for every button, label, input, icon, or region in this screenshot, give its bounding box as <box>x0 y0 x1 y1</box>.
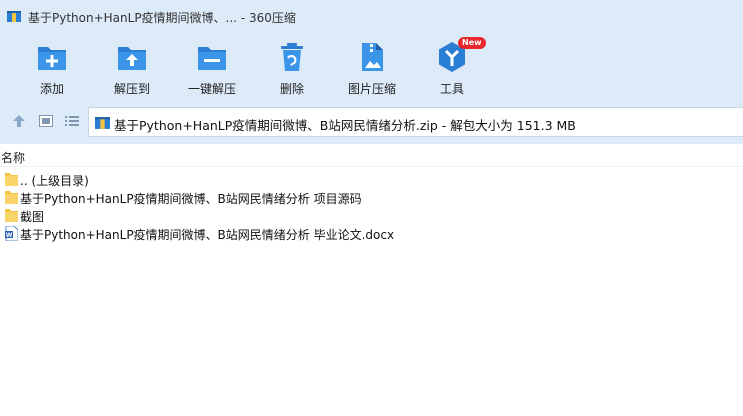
word-document-icon: W <box>5 226 18 241</box>
tools-label: 工具 <box>439 82 464 96</box>
window-title: 基于Python+HanLP疫情期间微博、... - 360压缩 <box>28 11 296 25</box>
one-click-extract-icon <box>198 47 226 70</box>
add-button[interactable]: 添加 <box>17 40 87 97</box>
zip-file-icon <box>95 117 110 129</box>
add-icon <box>38 47 66 70</box>
extract-to-icon <box>118 47 146 70</box>
delete-button[interactable]: 删除 <box>257 40 327 97</box>
list-view-icon[interactable] <box>65 114 79 128</box>
folder-icon <box>5 173 18 186</box>
list-item-name: 截图 <box>20 210 45 224</box>
list-item-thesis-docx[interactable]: W 基于Python+HanLP疫情期间微博、B站网民情绪分析 毕业论文.doc… <box>0 224 743 242</box>
delete-icon <box>281 43 303 71</box>
address-text: 基于Python+HanLP疫情期间微博、B站网民情绪分析.zip - 解包大小… <box>114 118 576 133</box>
image-compress-label: 图片压缩 <box>347 82 396 96</box>
list-item-name: 基于Python+HanLP疫情期间微博、B站网民情绪分析 项目源码 <box>20 192 362 206</box>
thumbnail-view-icon[interactable] <box>39 114 53 128</box>
address-bar: 基于Python+HanLP疫情期间微博、B站网民情绪分析.zip - 解包大小… <box>0 100 743 144</box>
list-item-name: 基于Python+HanLP疫情期间微博、B站网民情绪分析 毕业论文.docx <box>20 228 395 242</box>
list-item-screenshots-folder[interactable]: 截图 <box>0 206 743 224</box>
title-bar: 基于Python+HanLP疫情期间微博、... - 360压缩 <box>0 0 743 34</box>
archive-app-icon <box>7 11 21 22</box>
svg-text:W: W <box>6 232 13 239</box>
list-item-name: .. (上级目录) <box>20 174 89 188</box>
column-name-label: 名称 <box>1 151 26 165</box>
one-click-extract-label: 一键解压 <box>187 82 236 96</box>
folder-icon <box>5 209 18 222</box>
one-click-extract-button[interactable]: 一键解压 <box>177 40 247 97</box>
tools-button[interactable]: New 工具 <box>417 37 487 97</box>
delete-label: 删除 <box>279 82 304 96</box>
image-compress-icon <box>362 43 383 71</box>
list-item-parent-dir[interactable]: .. (上级目录) <box>0 170 743 188</box>
image-compress-button[interactable]: 图片压缩 <box>337 40 407 97</box>
extract-to-label: 解压到 <box>113 82 150 96</box>
folder-icon <box>5 191 18 204</box>
column-header-name[interactable]: 名称 <box>0 144 743 167</box>
list-item-source-folder[interactable]: 基于Python+HanLP疫情期间微博、B站网民情绪分析 项目源码 <box>0 188 743 206</box>
new-badge: New <box>458 37 486 49</box>
add-label: 添加 <box>39 82 64 96</box>
address-field[interactable]: 基于Python+HanLP疫情期间微博、B站网民情绪分析.zip - 解包大小… <box>88 107 743 137</box>
file-list: 名称 .. (上级目录) 基于Python+HanLP疫情期间微博、B站网民情绪… <box>0 144 743 416</box>
toolbar: 添加 解压到 一键解压 删除 图片压缩 New 工具 <box>0 34 743 100</box>
up-arrow-icon[interactable] <box>12 114 26 128</box>
extract-to-button[interactable]: 解压到 <box>97 40 167 97</box>
